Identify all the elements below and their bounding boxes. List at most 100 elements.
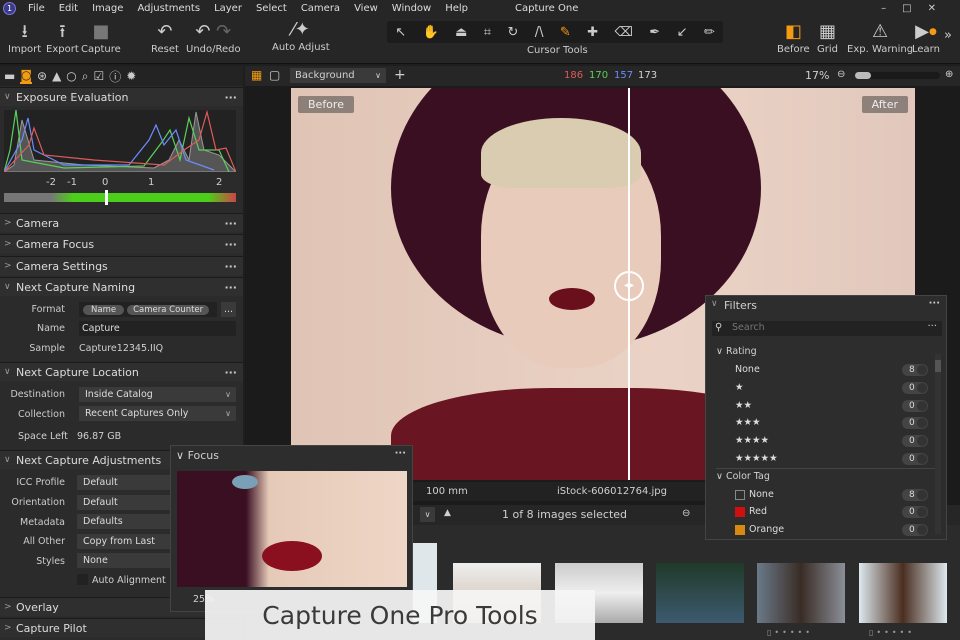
pencil-tool-icon[interactable]: ✏ bbox=[704, 25, 715, 40]
color-tag-row[interactable]: Red 0 bbox=[706, 504, 946, 521]
grid-button[interactable]: ▦ Grid bbox=[817, 20, 838, 55]
undo-redo-button[interactable]: ↶ ↷ Undo/Redo bbox=[186, 20, 241, 55]
filter-search-input[interactable] bbox=[732, 322, 912, 333]
more-icon[interactable]: ··· bbox=[224, 366, 237, 379]
color-tab-icon[interactable]: ⊛ bbox=[37, 69, 47, 83]
focus-preview[interactable] bbox=[177, 471, 407, 587]
thumbnail[interactable] bbox=[859, 563, 947, 623]
rating-row[interactable]: ★★★★ 0 bbox=[706, 433, 946, 450]
more-icon[interactable]: ··· bbox=[224, 260, 237, 273]
icc-profile-select[interactable]: Default bbox=[77, 475, 170, 490]
thumbnail-rating-dots[interactable]: ▯••••• bbox=[869, 628, 915, 637]
pan-tool-icon[interactable]: ✋ bbox=[422, 25, 438, 40]
sort-dropdown[interactable]: ∨ bbox=[420, 507, 435, 522]
menu-view[interactable]: View bbox=[354, 3, 378, 14]
collapse-icon[interactable]: ∨ bbox=[711, 299, 718, 309]
eraser-tool-icon[interactable]: ⌫ bbox=[615, 25, 633, 40]
before-button[interactable]: ◧ Before bbox=[777, 20, 810, 55]
filter-search[interactable]: ⚲ ··· bbox=[712, 321, 942, 336]
window-controls[interactable]: –□✕ bbox=[881, 3, 952, 14]
picker-tool-icon[interactable]: ✒ bbox=[649, 25, 660, 40]
menu-camera[interactable]: Camera bbox=[301, 3, 340, 14]
camera-focus-header[interactable]: > Camera Focus ··· bbox=[0, 234, 243, 253]
name-input[interactable]: Capture bbox=[79, 321, 236, 336]
metadata-tab-icon[interactable]: ⓘ bbox=[109, 68, 121, 85]
focus-header[interactable]: ∨ Focus bbox=[176, 449, 219, 462]
thumbnail[interactable] bbox=[757, 563, 845, 623]
learn-button[interactable]: ▶● Learn bbox=[912, 20, 940, 55]
multi-view-icon[interactable]: ▦ bbox=[251, 68, 262, 82]
name-token[interactable]: Name bbox=[83, 305, 125, 315]
format-field[interactable]: Name Camera Counter bbox=[79, 302, 217, 317]
add-layer-icon[interactable]: + bbox=[394, 67, 406, 83]
more-icon[interactable]: ··· bbox=[224, 91, 237, 104]
library-tab-icon[interactable]: ▬ bbox=[4, 69, 15, 83]
menu-layer[interactable]: Layer bbox=[214, 3, 242, 14]
search-options-icon[interactable]: ··· bbox=[927, 321, 937, 332]
all-other-select[interactable]: Copy from Last bbox=[77, 534, 170, 549]
exp-warning-button[interactable]: ⚠ Exp. Warning bbox=[847, 20, 913, 55]
menu-image[interactable]: Image bbox=[92, 3, 123, 14]
auto-adjust-button[interactable]: ⁄✦ Auto Adjust bbox=[272, 18, 330, 53]
capture-button[interactable]: ■ Capture bbox=[81, 20, 121, 55]
color-tag-row[interactable]: None 8 bbox=[706, 487, 946, 504]
camera-settings-header[interactable]: > Camera Settings ··· bbox=[0, 256, 243, 275]
heal-tool-icon[interactable]: ✚ bbox=[587, 25, 598, 40]
camera-header[interactable]: > Camera ··· bbox=[0, 213, 243, 232]
rating-row[interactable]: ★★★★★ 0 bbox=[706, 451, 946, 468]
more-icon[interactable]: ··· bbox=[395, 448, 406, 459]
zoom-slider[interactable] bbox=[855, 72, 940, 79]
exposure-tab-icon[interactable]: ▲ bbox=[52, 69, 61, 83]
menu-file[interactable]: File bbox=[28, 3, 45, 14]
annotate-tool-icon[interactable]: ↙ bbox=[677, 25, 688, 40]
thumbnail[interactable] bbox=[656, 563, 744, 623]
styles-select[interactable]: None bbox=[77, 553, 170, 568]
more-icon[interactable]: ··· bbox=[929, 298, 940, 309]
scrollbar-thumb[interactable] bbox=[935, 360, 941, 372]
adjustments-tab-icon[interactable]: ☑ bbox=[94, 69, 105, 83]
zoom-out-icon[interactable]: ⊖ bbox=[837, 69, 845, 80]
loupe-tool-icon[interactable]: ⏏ bbox=[455, 25, 467, 40]
format-more-button[interactable]: ... bbox=[221, 302, 236, 317]
exposure-evaluation-header[interactable]: ∨ Exposure Evaluation ··· bbox=[0, 87, 243, 106]
more-tools-icon[interactable]: » bbox=[944, 28, 952, 43]
layer-select[interactable]: Background ∨ bbox=[290, 68, 386, 83]
rating-row[interactable]: None 8 bbox=[706, 362, 946, 379]
more-icon[interactable]: ··· bbox=[224, 281, 237, 294]
zoom-out-icon[interactable]: ⊖ bbox=[682, 508, 690, 519]
next-capture-location-header[interactable]: ∨ Next Capture Location ··· bbox=[0, 362, 243, 381]
destination-select[interactable]: Inside Catalog ∨ bbox=[79, 387, 236, 402]
export-button[interactable]: ⭱ Export bbox=[46, 20, 79, 55]
orientation-select[interactable]: Default bbox=[77, 495, 170, 510]
crop-tool-icon[interactable]: ⌗ bbox=[484, 25, 491, 40]
color-tag-header[interactable]: ∨ Color Tag bbox=[716, 471, 770, 482]
lens-tab-icon[interactable]: ○ bbox=[66, 69, 76, 83]
single-view-icon[interactable]: ▢ bbox=[269, 68, 280, 82]
more-icon[interactable]: ··· bbox=[224, 238, 237, 251]
menu-select[interactable]: Select bbox=[256, 3, 287, 14]
camera-counter-token[interactable]: Camera Counter bbox=[127, 305, 210, 315]
zoom-slider-handle[interactable] bbox=[855, 72, 871, 79]
brush-tool-icon[interactable]: ✎ bbox=[560, 25, 571, 40]
sort-direction-icon[interactable]: ▲ bbox=[444, 508, 451, 518]
menu-help[interactable]: Help bbox=[445, 3, 468, 14]
metadata-select[interactable]: Defaults bbox=[77, 514, 170, 529]
menu-adjustments[interactable]: Adjustments bbox=[137, 3, 200, 14]
details-tab-icon[interactable]: ⌕ bbox=[82, 69, 89, 84]
menu-edit[interactable]: Edit bbox=[59, 3, 78, 14]
auto-alignment-checkbox[interactable] bbox=[77, 574, 88, 585]
thumbnail-rating-dots[interactable]: ▯••••• bbox=[767, 628, 813, 637]
scrollbar[interactable] bbox=[935, 354, 941, 534]
settings-tab-icon[interactable]: ✹ bbox=[126, 69, 136, 83]
reset-button[interactable]: ↶ Reset bbox=[151, 20, 179, 55]
zoom-in-icon[interactable]: ⊕ bbox=[945, 69, 953, 80]
rating-row[interactable]: ★★★ 0 bbox=[706, 415, 946, 432]
color-tag-row[interactable]: Orange 0 bbox=[706, 522, 946, 539]
menu-window[interactable]: Window bbox=[392, 3, 431, 14]
import-button[interactable]: ⭳ Import bbox=[8, 20, 41, 55]
keystone-tool-icon[interactable]: /\ bbox=[535, 25, 544, 40]
collection-select[interactable]: Recent Captures Only ∨ bbox=[79, 406, 236, 421]
more-icon[interactable]: ··· bbox=[224, 217, 237, 230]
rating-header[interactable]: ∨ Rating bbox=[716, 346, 757, 357]
split-handle[interactable]: ◂▸ bbox=[614, 271, 644, 301]
